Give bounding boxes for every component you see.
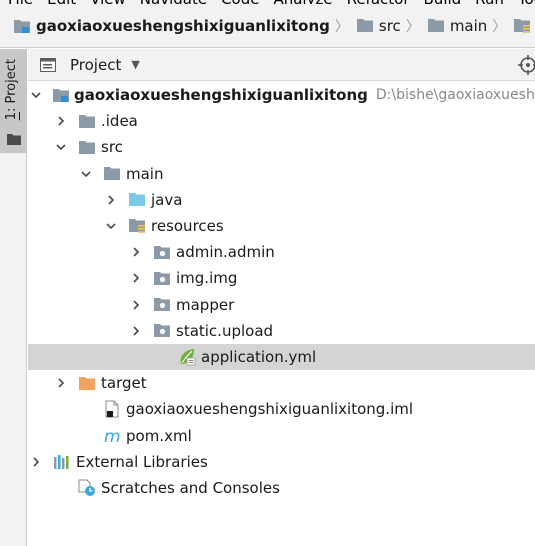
tree-item-gaoxiaoxueshengshixiguanlixitong[interactable]: gaoxiaoxueshengshixiguanlixitong D:\bishe… bbox=[28, 82, 535, 108]
breadcrumb-gaoxiaoxueshengshixiguanlixitong[interactable]: gaoxiaoxueshengshixiguanlixitong bbox=[12, 17, 330, 35]
project-panel-title[interactable]: Project bbox=[70, 56, 121, 74]
tree-item-label: img.img bbox=[176, 269, 238, 288]
tree-item-label: static.upload bbox=[176, 321, 274, 340]
tree-item-label: target bbox=[101, 374, 147, 393]
tree-item-resources[interactable]: resources bbox=[28, 213, 535, 239]
tree-item-label: application.yml bbox=[201, 348, 317, 366]
tree-item-static-upload[interactable]: static.upload bbox=[28, 318, 535, 344]
breadcrumb-separator-icon: 〉 bbox=[492, 18, 507, 35]
project-tool-window-button[interactable]: 1: Project bbox=[0, 49, 27, 153]
tree-item-java[interactable]: java bbox=[28, 187, 535, 213]
chevron-right-icon[interactable] bbox=[130, 325, 142, 337]
navigation-bar: gaoxiaoxueshengshixiguanlixitong 〉 src 〉 mai… bbox=[0, 4, 535, 48]
tree-item-idea[interactable]: .idea bbox=[28, 108, 535, 134]
tree-item-mapper[interactable]: mapper bbox=[28, 292, 535, 318]
resources-folder-icon bbox=[127, 217, 147, 235]
view-dropdown-icon[interactable]: ▼ bbox=[131, 58, 139, 71]
tree-item-application-yml[interactable]: application.yml bbox=[28, 344, 535, 370]
folder-icon bbox=[102, 165, 122, 183]
chevron-right-icon[interactable] bbox=[130, 272, 142, 284]
chevron-down-icon[interactable] bbox=[105, 220, 117, 232]
package-icon bbox=[152, 243, 172, 261]
tree-item-gaoxiaoxueshengshixiguanlixitong-iml[interactable]: gaoxiaoxueshengshixiguanlixitong.iml bbox=[28, 396, 535, 422]
tree-item-src[interactable]: src bbox=[28, 134, 535, 160]
project-stripe-text: : Project bbox=[4, 59, 19, 112]
breadcrumb-separator-icon: 〉 bbox=[405, 18, 420, 35]
tree-item-admin-admin[interactable]: admin.admin bbox=[28, 239, 535, 265]
chevron-right-icon[interactable] bbox=[55, 115, 67, 127]
tree-item-external-libraries[interactable]: External Libraries bbox=[28, 449, 535, 475]
tree-item-scratches-and-consoles[interactable]: Scratches and Consoles bbox=[28, 475, 535, 501]
package-icon bbox=[152, 322, 172, 340]
chevron-right-icon[interactable] bbox=[105, 194, 117, 206]
project-view-icon bbox=[38, 56, 58, 74]
libraries-icon bbox=[52, 453, 72, 471]
tree-item-label: main bbox=[126, 164, 164, 183]
chevron-right-icon[interactable] bbox=[130, 299, 142, 311]
resources-folder-icon bbox=[512, 17, 532, 35]
folder-icon bbox=[355, 17, 375, 35]
tree-item-img-img[interactable]: img.img bbox=[28, 265, 535, 291]
module-path: D:\bishe\gaoxiaoxueshengshixiguanlixiton… bbox=[375, 87, 535, 103]
tree-item-label: resources bbox=[151, 217, 224, 235]
tree-item-label: admin.admin bbox=[176, 243, 275, 262]
chevron-down-icon[interactable] bbox=[30, 89, 42, 101]
breadcrumb-main[interactable]: main bbox=[426, 17, 487, 35]
breadcrumb-separator-icon: 〉 bbox=[334, 18, 349, 35]
breadcrumb-label: gaoxiaoxueshengshixiguanlixitong bbox=[36, 16, 330, 35]
source-folder-icon bbox=[127, 191, 147, 209]
tree-item-pom-xml[interactable]: m pom.xml bbox=[28, 423, 535, 449]
maven-icon: m bbox=[102, 427, 122, 445]
project-stripe-label: 1: Project bbox=[4, 59, 19, 120]
chevron-down-icon[interactable] bbox=[55, 141, 67, 153]
tree-item-label: pom.xml bbox=[126, 426, 192, 445]
tree-item-label: gaoxiaoxueshengshixiguanlixitong bbox=[74, 86, 368, 104]
chevron-right-icon[interactable] bbox=[130, 246, 142, 258]
chevron-right-icon[interactable] bbox=[55, 377, 67, 389]
project-panel-header: Project ▼ bbox=[28, 49, 535, 81]
tree-item-label: gaoxiaoxueshengshixiguanlixitong.iml bbox=[126, 400, 414, 419]
module-icon bbox=[12, 17, 32, 35]
folder-icon bbox=[77, 112, 97, 130]
breadcrumb-src[interactable]: src bbox=[355, 17, 401, 35]
tree-item-label: src bbox=[101, 138, 123, 157]
breadcrumb-resources[interactable]: resources bbox=[512, 17, 535, 35]
tree-item-main[interactable]: main bbox=[28, 161, 535, 187]
chevron-down-icon[interactable] bbox=[80, 168, 92, 180]
iml-file-icon bbox=[102, 400, 122, 418]
tree-item-label: Scratches and Consoles bbox=[101, 479, 280, 497]
locate-file-icon[interactable] bbox=[518, 55, 535, 79]
package-icon bbox=[152, 296, 172, 314]
tree-item-label: java bbox=[151, 190, 183, 209]
tree-item-target[interactable]: target bbox=[28, 370, 535, 396]
left-tool-stripe: 1: Project bbox=[0, 49, 27, 546]
excluded-folder-icon bbox=[77, 374, 97, 392]
tree-item-label: External Libraries bbox=[76, 452, 208, 471]
breadcrumb-label: main bbox=[449, 16, 488, 35]
svg-text:m: m bbox=[104, 428, 121, 444]
tree-item-label: mapper bbox=[176, 295, 235, 314]
module-icon bbox=[52, 86, 70, 104]
chevron-right-icon[interactable] bbox=[30, 456, 42, 468]
folder-icon bbox=[7, 131, 21, 149]
tree-item-label: .idea bbox=[101, 112, 138, 131]
breadcrumb-label: src bbox=[378, 16, 401, 35]
folder-icon bbox=[77, 138, 97, 156]
project-stripe-number: 1 bbox=[4, 112, 19, 121]
spring-yml-icon bbox=[177, 348, 197, 366]
folder-icon bbox=[426, 17, 446, 35]
package-icon bbox=[152, 269, 172, 287]
scratches-icon bbox=[77, 479, 97, 497]
